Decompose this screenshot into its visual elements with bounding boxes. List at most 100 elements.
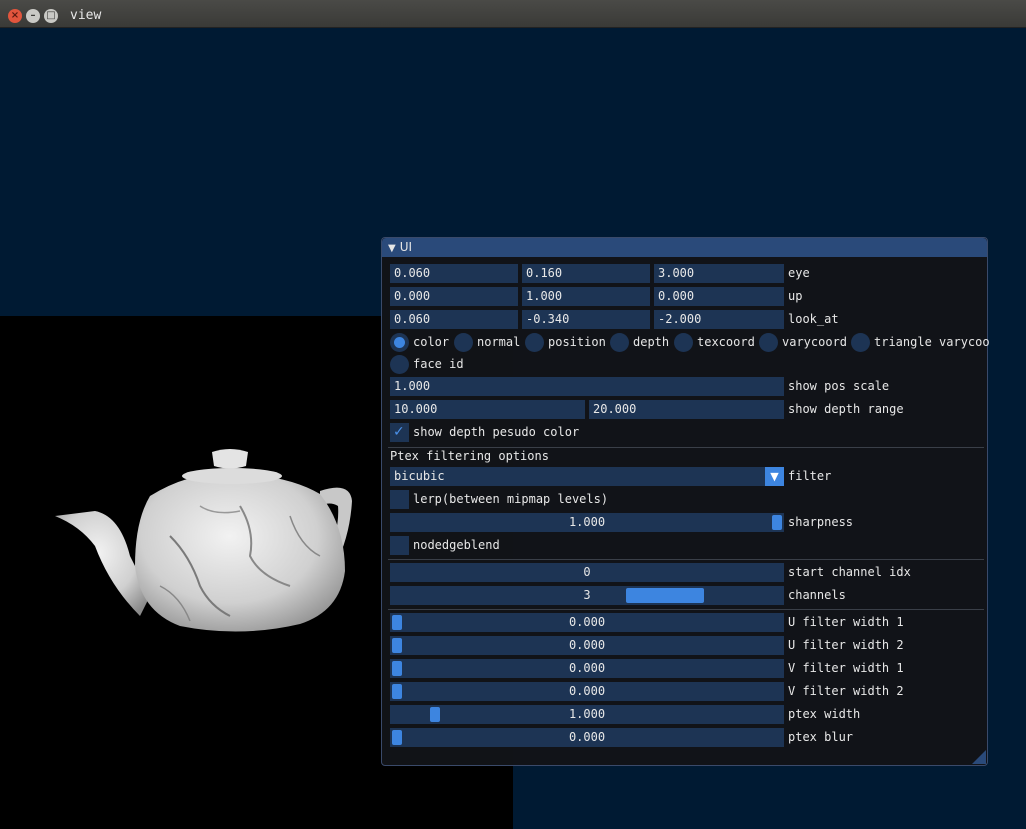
nodedgeblend-row[interactable]: nodedgeblend (390, 536, 986, 555)
window-title: view (70, 8, 102, 23)
show-depth-range-row: 10.000 20.000 show depth range (390, 400, 986, 419)
filter-label: filter (788, 469, 832, 483)
dropdown-arrow-icon[interactable]: ▼ (765, 467, 784, 486)
eye-y-input[interactable]: 0.160 (522, 264, 650, 283)
ptex-blur-label: ptex blur (788, 730, 854, 744)
radio-label: position (548, 335, 606, 349)
filter-combo[interactable]: bicubic (390, 467, 765, 486)
panel-header[interactable]: ▼ UI (382, 238, 987, 257)
sharpness-value: 1.000 (568, 515, 606, 529)
show-depth-range-label: show depth range (788, 402, 904, 416)
slider-grab[interactable] (626, 588, 704, 603)
ptex-width-label: ptex width (788, 707, 861, 721)
look-at-x-input[interactable]: 0.060 (390, 310, 518, 329)
radio-dot[interactable] (610, 333, 629, 352)
slider-grab[interactable] (430, 707, 440, 722)
radio-dot[interactable] (851, 333, 870, 352)
slider-value: 0.000 (568, 684, 606, 698)
radio-dot[interactable] (525, 333, 544, 352)
up-x-input[interactable]: 0.000 (390, 287, 518, 306)
separator (388, 559, 984, 560)
radio-dot[interactable] (759, 333, 778, 352)
radio-dot[interactable] (390, 355, 409, 374)
slider-value: 0.000 (568, 730, 606, 744)
channels-slider[interactable]: 3 (390, 586, 784, 605)
u-filter-width-1-label: U filter width 1 (788, 615, 904, 629)
slider-grab[interactable] (772, 515, 782, 530)
show-depth-pseudo-color-label: show depth pesudo color (413, 425, 580, 439)
channels-label: channels (788, 588, 846, 602)
up-z-input[interactable]: 0.000 (654, 287, 784, 306)
u-filter-width-1-row: 0.000 U filter width 1 (390, 613, 986, 632)
depth-range-max-input[interactable]: 20.000 (589, 400, 784, 419)
radio-dot[interactable] (390, 333, 409, 352)
channels-row: 3 channels (390, 586, 986, 605)
sharpness-row: 1.000 sharpness (390, 513, 986, 532)
radio-label: normal (477, 335, 521, 349)
slider-value: 0.000 (568, 661, 606, 675)
separator (388, 609, 984, 610)
ui-panel: ▼ UI 0.060 0.160 3.000 eye 0.000 1.000 0.… (381, 237, 990, 766)
radio-label: varycoord (782, 335, 848, 349)
lerp-checkbox[interactable] (390, 490, 409, 509)
filter-row: bicubic ▼ filter (390, 467, 986, 486)
title-bar: × – □ view (0, 0, 1026, 28)
sharpness-slider[interactable]: 1.000 (390, 513, 784, 532)
slider-grab[interactable] (392, 730, 402, 745)
v-filter-width-2-label: V filter width 2 (788, 684, 904, 698)
start-channel-row: 0 start channel idx (390, 563, 986, 582)
slider-value: 1.000 (568, 707, 606, 721)
mode-radio-row: color normal position depth texcoord var… (390, 333, 990, 352)
u-filter-width-2-row: 0.000 U filter width 2 (390, 636, 986, 655)
eye-z-input[interactable]: 3.000 (654, 264, 784, 283)
slider-grab[interactable] (392, 615, 402, 630)
u-filter-width-2-slider[interactable]: 0.000 (390, 636, 784, 655)
channels-value: 3 (583, 588, 591, 602)
ptex-blur-slider[interactable]: 0.000 (390, 728, 784, 747)
slider-grab[interactable] (392, 684, 402, 699)
up-label: up (788, 289, 803, 303)
show-pos-scale-row: 1.000 show pos scale (390, 377, 986, 396)
slider-grab[interactable] (392, 638, 402, 653)
look-at-z-input[interactable]: -2.000 (654, 310, 784, 329)
nodedgeblend-checkbox[interactable] (390, 536, 409, 555)
radio-label: depth (633, 335, 670, 349)
u-filter-width-2-label: U filter width 2 (788, 638, 904, 652)
v-filter-width-1-slider[interactable]: 0.000 (390, 659, 784, 678)
ptex-header-row: Ptex filtering options (390, 447, 986, 466)
close-window-button[interactable]: × (8, 9, 22, 23)
resize-grip-icon[interactable] (972, 750, 986, 764)
eye-x-input[interactable]: 0.060 (390, 264, 518, 283)
radio-dot[interactable] (674, 333, 693, 352)
sharpness-label: sharpness (788, 515, 854, 529)
slider-grab[interactable] (392, 661, 402, 676)
collapse-triangle-icon[interactable]: ▼ (388, 243, 396, 254)
v-filter-width-2-slider[interactable]: 0.000 (390, 682, 784, 701)
up-y-input[interactable]: 1.000 (522, 287, 650, 306)
ptex-section-title: Ptex filtering options (390, 449, 549, 463)
ptex-width-row: 1.000 ptex width (390, 705, 986, 724)
start-channel-label: start channel idx (788, 565, 911, 579)
radio-dot[interactable] (454, 333, 473, 352)
lerp-row[interactable]: lerp(between mipmap levels) (390, 490, 986, 509)
nodedgeblend-label: nodedgeblend (413, 538, 500, 552)
v-filter-width-1-label: V filter width 1 (788, 661, 904, 675)
ptex-width-slider[interactable]: 1.000 (390, 705, 784, 724)
radio-label: face id (413, 357, 464, 371)
show-depth-pseudo-color-row[interactable]: show depth pesudo color (390, 423, 986, 442)
show-depth-pseudo-color-checkbox[interactable] (390, 423, 409, 442)
panel-title: UI (399, 240, 413, 254)
up-row: 0.000 1.000 0.000 up (390, 287, 986, 306)
maximize-window-button[interactable]: □ (44, 9, 58, 23)
slider-value: 0.000 (568, 615, 606, 629)
depth-range-min-input[interactable]: 10.000 (390, 400, 585, 419)
lerp-label: lerp(between mipmap levels) (413, 492, 609, 506)
u-filter-width-1-slider[interactable]: 0.000 (390, 613, 784, 632)
show-pos-scale-label: show pos scale (788, 379, 890, 393)
show-pos-scale-input[interactable]: 1.000 (390, 377, 784, 396)
look-at-label: look_at (788, 312, 839, 326)
look-at-y-input[interactable]: -0.340 (522, 310, 650, 329)
start-channel-input[interactable]: 0 (390, 563, 784, 582)
radio-label: texcoord (697, 335, 755, 349)
minimize-window-button[interactable]: – (26, 9, 40, 23)
